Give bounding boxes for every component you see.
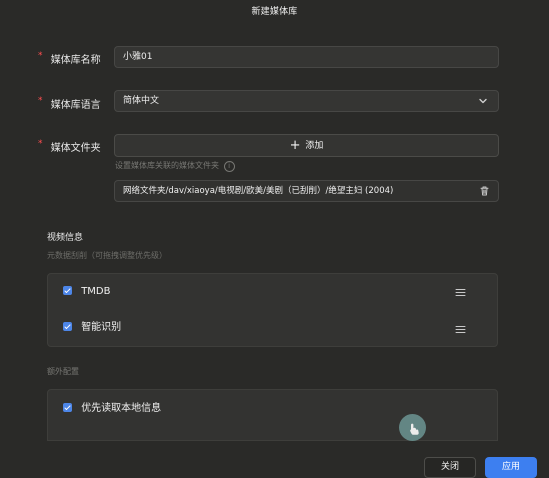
library-name-label-row: * 媒体库名称	[38, 51, 101, 66]
metadata-priority-hint: 元数据刮削（可拖拽调整优先级）	[47, 251, 167, 260]
drag-handle-icon[interactable]	[455, 288, 466, 297]
extra-config-panel: 优先读取本地信息	[47, 389, 498, 441]
drag-handle-icon[interactable]	[455, 325, 466, 334]
library-folder-label: 媒体文件夹	[50, 143, 101, 154]
dialog-title: 新建媒体库	[251, 7, 298, 17]
folder-hint-text: 设置媒体库关联的媒体文件夹	[115, 161, 219, 170]
checked-checkbox-icon[interactable]	[63, 403, 72, 412]
metadata-source-label: 智能识别	[81, 322, 122, 333]
folder-path-item: 网络文件夹/dav/xiaoya/电视剧/欧美/美剧（已刮削）/绝望主妇 (20…	[114, 180, 499, 202]
extra-config-option-row[interactable]: 优先读取本地信息	[63, 401, 161, 417]
trash-icon[interactable]	[479, 185, 490, 197]
plus-icon: +	[289, 138, 301, 153]
library-language-label: 媒体库语言	[50, 100, 101, 111]
close-button[interactable]: 关闭	[424, 457, 476, 478]
metadata-source-row[interactable]: TMDB	[63, 284, 110, 300]
chevron-down-icon	[479, 98, 487, 104]
metadata-source-label: TMDB	[81, 286, 111, 297]
extra-config-option-label: 优先读取本地信息	[81, 403, 162, 414]
video-info-title: 视频信息	[47, 233, 84, 243]
apply-button[interactable]: 应用	[485, 457, 537, 478]
add-folder-label: 添加	[305, 141, 324, 151]
info-icon: i	[223, 161, 235, 172]
extra-config-title: 额外配置	[47, 367, 79, 376]
library-language-value: 简体中文	[123, 96, 160, 106]
required-mark: *	[38, 51, 43, 61]
new-media-library-dialog: 新建媒体库 * 媒体库名称 小雅01 * 媒体库语言 简体中文 * 媒体文件夹 …	[0, 0, 549, 478]
library-folder-label-row: * 媒体文件夹	[38, 139, 101, 154]
checked-checkbox-icon[interactable]	[63, 322, 72, 331]
metadata-source-row[interactable]: 智能识别	[63, 320, 121, 336]
pointer-cursor-icon	[410, 423, 419, 435]
required-mark: *	[38, 96, 43, 106]
add-folder-button[interactable]: + 添加	[114, 134, 499, 157]
library-name-input[interactable]: 小雅01	[114, 46, 499, 68]
folder-hint: 设置媒体库关联的媒体文件夹 i	[115, 160, 235, 172]
library-language-select[interactable]: 简体中文	[114, 90, 499, 112]
library-name-label: 媒体库名称	[50, 55, 101, 66]
metadata-sources-panel: TMDB 智能识别	[47, 273, 498, 347]
cursor-highlight	[399, 414, 426, 441]
folder-path-text: 网络文件夹/dav/xiaoya/电视剧/欧美/美剧（已刮削）/绝望主妇 (20…	[123, 186, 394, 196]
checked-checkbox-icon[interactable]	[63, 286, 72, 295]
library-language-label-row: * 媒体库语言	[38, 96, 101, 111]
required-mark: *	[38, 139, 43, 149]
